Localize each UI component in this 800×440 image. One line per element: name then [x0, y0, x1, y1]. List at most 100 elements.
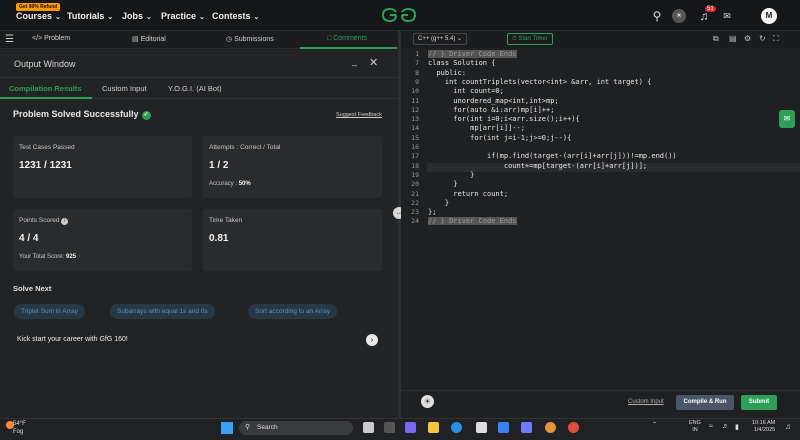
code-line[interactable]: }: [428, 180, 457, 188]
tab-submissions[interactable]: ◷ Submissions: [226, 35, 274, 43]
chevron-down-icon: ⌄: [146, 14, 152, 21]
code-line[interactable]: return count;: [428, 190, 508, 198]
nav-practice[interactable]: Practice ⌄: [161, 11, 205, 21]
output-panel: Output Window _ ✕ Compilation Results Cu…: [0, 50, 398, 418]
kickstart-banner[interactable]: Kick start your career with GfG 160!: [17, 336, 128, 343]
code-line[interactable]: unordered_map<int,int>mp;: [428, 97, 558, 105]
clock[interactable]: 10:16 AM 1/4/2025: [752, 420, 775, 434]
code-line[interactable]: if(mp.find(target-(arr[i]+arr[j]))!=mp.e…: [428, 152, 677, 160]
compile-run-button[interactable]: Compile & Run: [676, 395, 734, 410]
code-line[interactable]: }: [428, 171, 474, 179]
language-select[interactable]: C++ (g++ 5.4) ⌄: [413, 33, 468, 45]
volume-icon[interactable]: ♬: [722, 423, 729, 430]
code-line[interactable]: }: [428, 199, 449, 207]
solve-next-heading: Solve Next: [13, 284, 52, 293]
hamburger-icon[interactable]: ☰: [5, 34, 14, 45]
code-line[interactable]: int countTriplets(vector<int> &arr, int …: [428, 78, 652, 86]
line-number: 24: [411, 217, 419, 226]
chevron-down-icon: ⌄: [199, 14, 205, 21]
output-title: Output Window: [14, 59, 76, 69]
custom-input-link[interactable]: Custom Input: [628, 399, 664, 405]
store-icon[interactable]: [476, 422, 487, 433]
code-line[interactable]: };: [428, 208, 436, 216]
subtab-custom-input[interactable]: Custom Input: [102, 84, 147, 93]
copy-icon[interactable]: ⧉: [713, 34, 719, 44]
code-line[interactable]: public:: [428, 69, 466, 77]
code-line[interactable]: mp[arr[i]]--;: [428, 124, 525, 132]
code-line[interactable]: int count=0;: [428, 87, 504, 95]
language-indicator[interactable]: ENG IN: [689, 420, 701, 434]
fullscreen-icon[interactable]: ⛶: [773, 34, 779, 44]
search-icon[interactable]: ⚲: [650, 9, 664, 23]
task-view-icon[interactable]: [384, 422, 395, 433]
subtab-compilation-results[interactable]: Compilation Results: [9, 84, 82, 93]
system-tray-chevron[interactable]: ⌃: [652, 421, 657, 428]
theme-toggle-icon[interactable]: ☀: [672, 9, 686, 23]
taskbar: [0, 418, 800, 440]
output-header: Output Window _ ✕: [0, 50, 398, 78]
chat-bubble-icon[interactable]: ✉: [779, 110, 795, 128]
app-icon[interactable]: [521, 422, 532, 433]
file-explorer-icon[interactable]: [428, 422, 439, 433]
start-timer-button[interactable]: ⏱ Start Timer: [507, 33, 553, 45]
suggestion-chip[interactable]: Triplet Sum in Array: [14, 304, 85, 319]
weather-widget[interactable]: 54°F Fog: [13, 420, 26, 436]
sun-icon[interactable]: ☀: [421, 395, 434, 408]
suggestion-chip[interactable]: Sort according to an Array: [248, 304, 338, 319]
windows-start-icon[interactable]: [221, 422, 233, 434]
chat-icon[interactable]: ✉: [720, 9, 734, 23]
chevron-down-icon: ⌄: [55, 14, 61, 21]
line-number: 14: [411, 124, 419, 133]
total-score: Your Total Score: 925 ↑: [19, 254, 81, 260]
line-number: 1: [415, 50, 419, 58]
line-number: 18: [411, 161, 419, 170]
edge-icon[interactable]: [451, 422, 462, 433]
promo-badge[interactable]: Get 90% Refund: [16, 3, 61, 11]
line-number: 21: [411, 189, 419, 198]
submit-button[interactable]: Submit: [741, 395, 777, 410]
subtab-yogi[interactable]: Y.O.G.I. (AI Bot): [168, 84, 222, 93]
info-icon[interactable]: i: [61, 218, 69, 225]
app-icon[interactable]: [363, 422, 374, 433]
battery-icon[interactable]: ▮: [735, 423, 739, 431]
notification-icon[interactable]: ♫: [785, 422, 791, 431]
taskbar-search[interactable]: ⚲ Search: [239, 421, 353, 435]
nav-tutorials[interactable]: Tutorials ⌄: [67, 11, 113, 21]
teams-icon[interactable]: [405, 422, 416, 433]
suggestion-chip[interactable]: Subarrays with equal 1s and 0s: [110, 304, 215, 319]
tab-problem[interactable]: </> Problem: [32, 35, 70, 42]
gfg-logo[interactable]: [381, 7, 417, 23]
tab-comments[interactable]: □ Comments: [327, 35, 367, 42]
chrome-icon[interactable]: [568, 422, 579, 433]
app-icon[interactable]: [545, 422, 556, 433]
app-icon[interactable]: [498, 422, 509, 433]
reset-icon[interactable]: ↻: [759, 34, 766, 43]
line-number: 7: [415, 59, 419, 68]
suggest-feedback-link[interactable]: Suggest Feedback: [336, 112, 382, 118]
line-number: 16: [411, 143, 419, 151]
avatar[interactable]: M: [761, 8, 777, 24]
code-line[interactable]: // } Driver Code Ends: [428, 50, 517, 58]
settings-icon[interactable]: ⚙: [744, 34, 751, 43]
code-line[interactable]: // } Driver Code Ends: [428, 217, 517, 226]
wifi-icon[interactable]: ≈: [709, 423, 713, 430]
nav-contests[interactable]: Contests ⌄: [212, 11, 259, 21]
code-line[interactable]: class Solution {: [428, 59, 495, 67]
line-number: 11: [411, 96, 419, 105]
line-number: 15: [411, 133, 419, 142]
file-icon[interactable]: ▤: [729, 34, 737, 43]
nav-jobs[interactable]: Jobs ⌄: [122, 11, 152, 21]
line-number: 17: [411, 152, 419, 161]
chevron-right-icon[interactable]: ›: [366, 334, 378, 346]
code-line[interactable]: for(int j=i-1;j>=0;j--){: [428, 134, 571, 142]
nav-courses[interactable]: Courses ⌄: [16, 11, 61, 21]
code-line[interactable]: for(int i=0;i<arr.size();i++){: [428, 115, 579, 123]
time-value: 0.81: [209, 233, 229, 244]
tests-value: 1231 / 1231: [19, 160, 72, 171]
close-icon[interactable]: ✕: [369, 56, 378, 69]
code-line[interactable]: for(auto &i:arr)mp[i]++;: [428, 106, 554, 114]
code-line[interactable]: count+=mp[target-(arr[i]+arr[j])];: [428, 162, 647, 170]
minimize-icon[interactable]: _: [352, 56, 357, 66]
arrow-up-icon: ↑: [77, 254, 81, 260]
tab-editorial[interactable]: ▤ Editorial: [132, 35, 166, 43]
